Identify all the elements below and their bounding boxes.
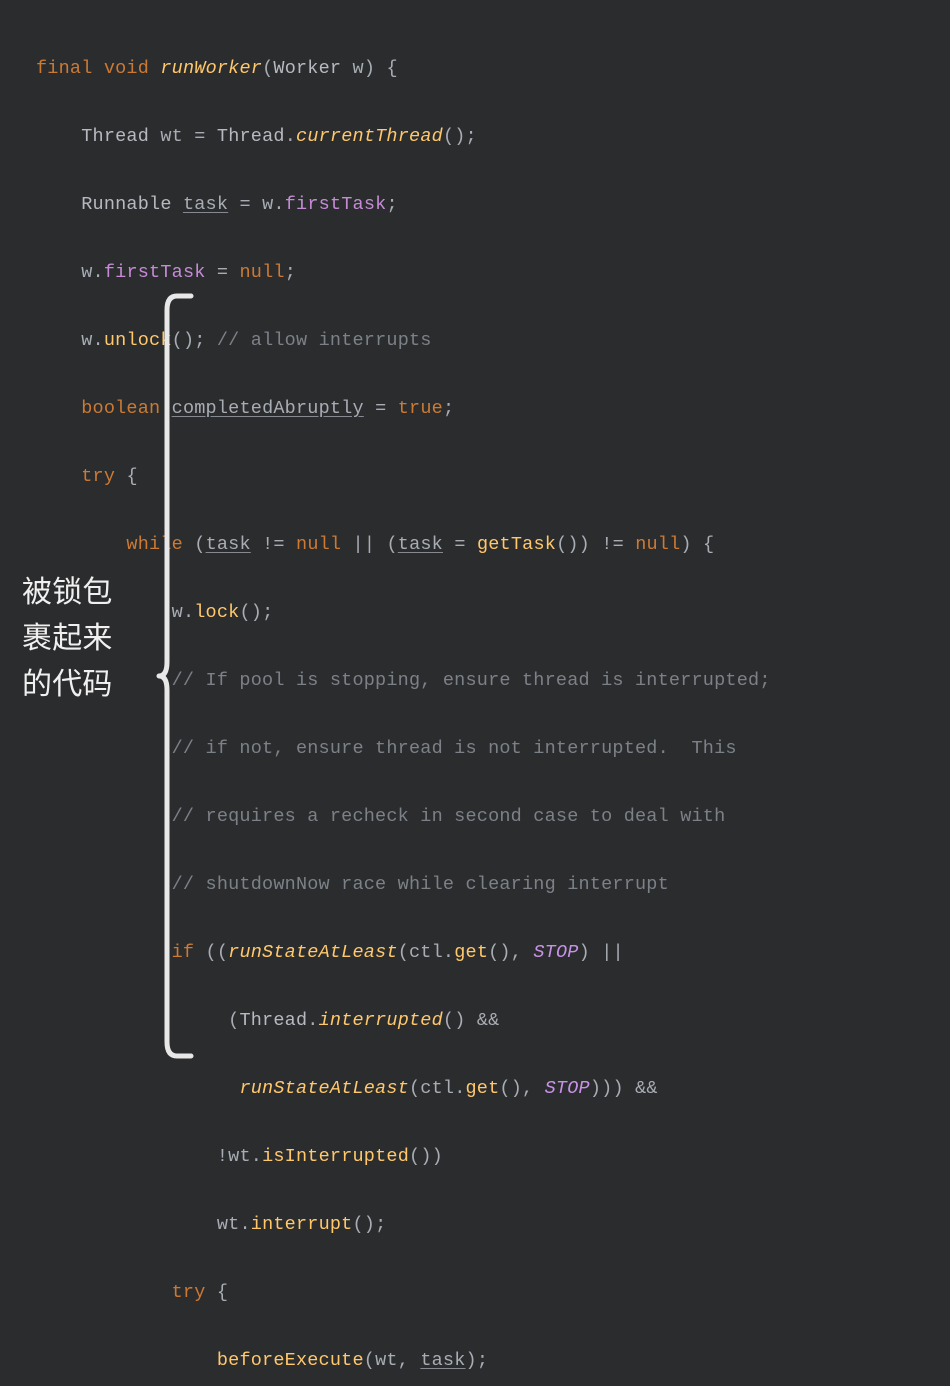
code-line: // If pool is stopping, ensure thread is… xyxy=(0,664,950,698)
code-line: Thread wt = Thread.currentThread(); xyxy=(0,120,950,154)
code-line: w.lock(); xyxy=(0,596,950,630)
code-line: try { xyxy=(0,460,950,494)
code-line: !wt.isInterrupted()) xyxy=(0,1140,950,1174)
code-line: while (task != null || (task = getTask()… xyxy=(0,528,950,562)
code-line: (Thread.interrupted() && xyxy=(0,1004,950,1038)
code-line: boolean completedAbruptly = true; xyxy=(0,392,950,426)
code-editor: final void runWorker(Worker w) { Thread … xyxy=(0,0,950,1386)
code-line: // requires a recheck in second case to … xyxy=(0,800,950,834)
annotation-bracket xyxy=(155,292,195,1060)
code-line: try { xyxy=(0,1276,950,1310)
code-line: // if not, ensure thread is not interrup… xyxy=(0,732,950,766)
code-line: beforeExecute(wt, task); xyxy=(0,1344,950,1378)
code-line: // shutdownNow race while clearing inter… xyxy=(0,868,950,902)
annotation-label: 被锁包 裹起来 的代码 xyxy=(22,570,113,708)
code-line: w.unlock(); // allow interrupts xyxy=(0,324,950,358)
code-line: runStateAtLeast(ctl.get(), STOP))) && xyxy=(0,1072,950,1106)
code-line: w.firstTask = null; xyxy=(0,256,950,290)
code-line: Runnable task = w.firstTask; xyxy=(0,188,950,222)
code-line: wt.interrupt(); xyxy=(0,1208,950,1242)
code-line: final void runWorker(Worker w) { xyxy=(0,52,950,86)
code-line: if ((runStateAtLeast(ctl.get(), STOP) || xyxy=(0,936,950,970)
